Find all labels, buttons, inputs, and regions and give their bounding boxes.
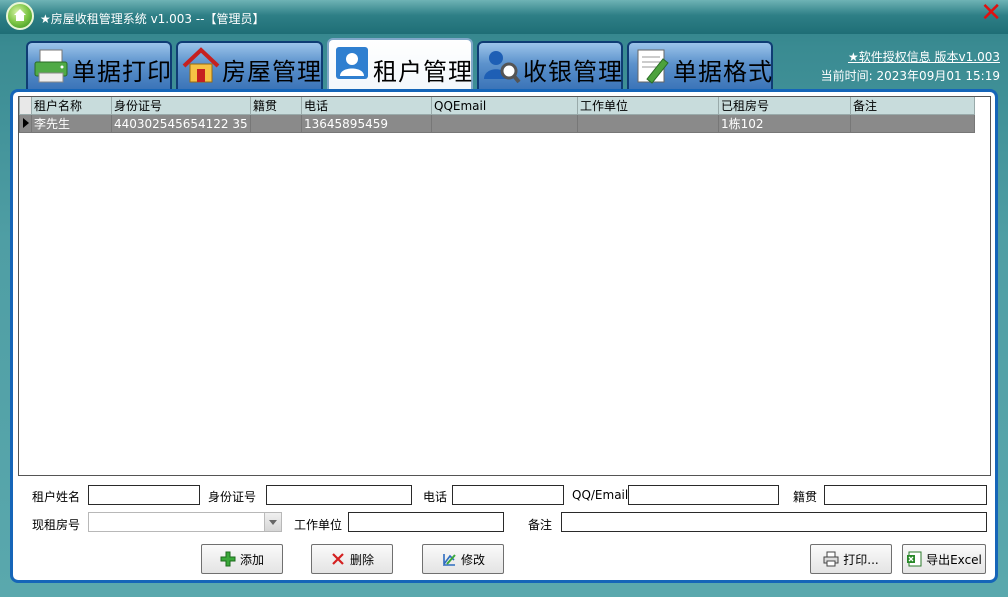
table-cell[interactable] (431, 114, 578, 133)
current-room-select[interactable] (88, 512, 282, 532)
qq-email-input[interactable] (628, 485, 779, 505)
table-cell[interactable]: 1栋102 (718, 114, 851, 133)
edit-chart-icon (442, 554, 456, 566)
tenant-name-label: 租户姓名 (32, 490, 81, 504)
chevron-down-icon[interactable] (264, 513, 281, 531)
table-cell[interactable]: 440302545654122 35 (111, 114, 251, 133)
tab-cashier-management[interactable]: 收银管理 (477, 41, 623, 89)
add-button[interactable]: 添加 (201, 544, 283, 574)
work-unit-input[interactable] (348, 512, 504, 532)
search-user-icon (484, 51, 521, 84)
column-header[interactable]: 籍贯 (250, 97, 302, 115)
id-number-label: 身份证号 (208, 490, 257, 504)
user-icon (336, 47, 368, 79)
add-button-label: 添加 (239, 552, 264, 567)
home-icon (6, 2, 34, 30)
print-button-label: 打印... (843, 552, 879, 567)
note-label: 备注 (528, 518, 553, 532)
row-indicator-icon (19, 114, 32, 133)
phone-input[interactable] (452, 485, 564, 505)
tenant-table: 租户名称 身份证号 籍贯 电话 QQEmail 工作单位 已租房号 备注 李先生… (19, 97, 975, 133)
column-header[interactable]: 已租房号 (718, 97, 851, 115)
edit-button-label: 修改 (460, 552, 485, 567)
tab-house-management[interactable]: 房屋管理 (176, 41, 323, 89)
printer-icon (34, 49, 68, 83)
tab-label: 房屋管理 (222, 58, 322, 86)
export-excel-button[interactable]: 导出Excel (902, 544, 986, 574)
column-header[interactable]: QQEmail (431, 97, 578, 115)
edit-document-icon (637, 49, 669, 84)
table-cell[interactable] (250, 114, 302, 133)
close-icon[interactable]: ✕ (980, 0, 1002, 26)
house-icon (182, 47, 220, 83)
origin-input[interactable] (824, 485, 987, 505)
table-cell[interactable] (850, 114, 975, 133)
tenant-name-input[interactable] (88, 485, 200, 505)
column-header[interactable]: 身份证号 (111, 97, 251, 115)
plus-icon (220, 551, 236, 567)
qq-email-label: QQ/Email (572, 488, 629, 502)
current-time: 当前时间: 2023年09月01 15:19 (820, 69, 1000, 83)
tab-label: 收银管理 (523, 58, 623, 86)
title-bar: ★房屋收租管理系统 v1.003 --【管理员】 ✕ (0, 0, 1008, 34)
column-header[interactable]: 租户名称 (31, 97, 112, 115)
print-button[interactable]: 打印... (810, 544, 892, 574)
phone-label: 电话 (423, 490, 448, 504)
tenant-grid[interactable]: 租户名称 身份证号 籍贯 电话 QQEmail 工作单位 已租房号 备注 李先生… (18, 96, 991, 476)
edit-button[interactable]: 修改 (422, 544, 504, 574)
tab-label: 租户管理 (373, 58, 473, 86)
printer-icon (823, 551, 839, 567)
table-row[interactable]: 李先生 440302545654122 35 13645895459 1栋102 (19, 114, 975, 133)
window-title: ★房屋收租管理系统 v1.003 --【管理员】 (40, 12, 265, 26)
table-cell[interactable]: 13645895459 (301, 114, 432, 133)
tab-label: 单据格式 (673, 58, 773, 86)
excel-icon (907, 551, 922, 567)
license-info-link[interactable]: ★软件授权信息 版本v1.003 (848, 48, 1000, 65)
work-unit-label: 工作单位 (294, 518, 343, 532)
column-header[interactable]: 电话 (301, 97, 432, 115)
column-header[interactable]: 工作单位 (577, 97, 719, 115)
id-number-input[interactable] (266, 485, 412, 505)
column-header[interactable]: 备注 (850, 97, 975, 115)
delete-button-label: 删除 (349, 552, 374, 567)
table-cell[interactable]: 李先生 (31, 114, 112, 133)
tab-print-receipts[interactable]: 单据打印 (26, 41, 172, 89)
export-button-label: 导出Excel (926, 552, 982, 567)
table-cell[interactable] (577, 114, 719, 133)
delete-button[interactable]: 删除 (311, 544, 393, 574)
tenant-panel: 租户名称 身份证号 籍贯 电话 QQEmail 工作单位 已租房号 备注 李先生… (10, 89, 998, 583)
tab-label: 单据打印 (72, 58, 172, 86)
row-header-corner (19, 97, 32, 115)
origin-label: 籍贯 (793, 490, 818, 504)
delete-x-icon (332, 553, 344, 565)
note-input[interactable] (561, 512, 987, 532)
current-room-label: 现租房号 (32, 518, 81, 532)
tab-tenant-management[interactable]: 租户管理 (327, 38, 473, 92)
table-header-row: 租户名称 身份证号 籍贯 电话 QQEmail 工作单位 已租房号 备注 (19, 97, 975, 115)
tab-receipt-format[interactable]: 单据格式 (627, 41, 773, 89)
